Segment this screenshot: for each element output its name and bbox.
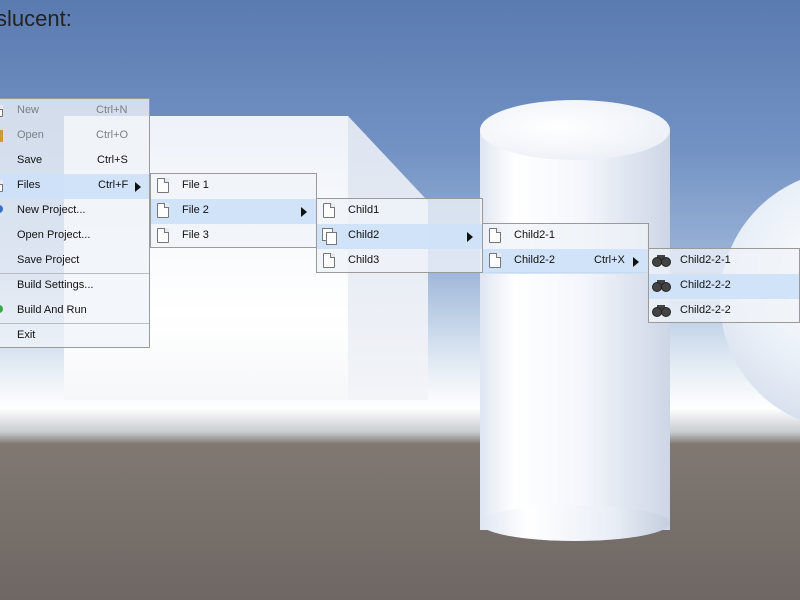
menu-item-label: Child2 (348, 229, 380, 241)
menu-item-label: Build Settings... (17, 279, 94, 291)
binoculars-icon (652, 280, 671, 292)
shortcut-label: Ctrl+N (96, 104, 128, 116)
submenu-arrow-icon (301, 207, 307, 217)
menu-item-open[interactable]: Open Ctrl+O (0, 124, 149, 149)
menu-item-file-1[interactable]: File 1 (151, 174, 316, 199)
child2-2-submenu: Child2-2-1 Child2-2-2 Child2-2-2 (648, 248, 800, 323)
menu-item-child2-1[interactable]: Child2-1 (483, 224, 648, 249)
menu-item-build-and-run[interactable]: Build And Run (0, 299, 149, 324)
menu-item-open-project[interactable]: Open Project... (0, 224, 149, 249)
open-folder-icon (0, 130, 3, 142)
menu-item-label: Child1 (348, 204, 380, 216)
menu-item-child2-2-2-b[interactable]: Child2-2-2 (649, 299, 799, 324)
menu-item-save[interactable]: Save Ctrl+S (0, 149, 149, 174)
menu-item-label: New Project... (17, 204, 86, 216)
menu-item-save-project[interactable]: Save Project (0, 249, 149, 274)
menu-item-label: Save Project (17, 254, 80, 266)
menu-item-label: File 3 (182, 229, 209, 241)
new-file-icon (0, 105, 3, 117)
menu-item-label: Exit (17, 329, 36, 341)
file-icon (489, 253, 501, 268)
cylinder-top (480, 100, 670, 160)
build-run-icon (0, 305, 3, 313)
child2-submenu: Child2-1 Child2-2 Ctrl+X (482, 223, 649, 274)
submenu-arrow-icon (135, 182, 141, 192)
binoculars-icon (652, 255, 671, 267)
menu-item-label: Child2-1 (514, 229, 555, 241)
menu-item-exit[interactable]: Exit (0, 324, 149, 349)
menu-item-file-2[interactable]: File 2 (151, 199, 316, 224)
submenu-arrow-icon (467, 232, 473, 242)
menu-item-file-3[interactable]: File 3 (151, 224, 316, 249)
shortcut-label: Ctrl+O (96, 129, 129, 141)
file-icon (323, 253, 335, 268)
menu-item-label: Files (17, 179, 41, 191)
menu-item-child2-2[interactable]: Child2-2 Ctrl+X (483, 249, 648, 274)
submenu-arrow-icon (633, 257, 639, 267)
menu-item-build-settings[interactable]: Build Settings... (0, 274, 149, 299)
files-submenu: File 1 File 2 File 3 (150, 173, 317, 248)
menu-item-label: Child3 (348, 254, 380, 266)
menu-item-label: File 2 (182, 204, 209, 216)
menu-item-child1[interactable]: Child1 (317, 199, 482, 224)
copy-files-icon (322, 228, 337, 245)
file-icon (157, 178, 169, 193)
menu-item-label: Build And Run (17, 304, 87, 316)
magnifier-icon (0, 205, 3, 213)
file-icon (157, 203, 169, 218)
cylinder-bottom (480, 505, 670, 541)
page-heading: slucent: (0, 6, 72, 31)
menu-item-child2[interactable]: Child2 (317, 224, 482, 249)
shortcut-label: Ctrl+F (98, 179, 129, 191)
menu-item-label: File 1 (182, 179, 209, 191)
menu-item-child2-2-2[interactable]: Child2-2-2 (649, 274, 799, 299)
menu-item-label: Child2-2-1 (680, 254, 731, 266)
menu-item-label: Child2-2-2 (680, 304, 731, 316)
file-icon (157, 228, 169, 243)
menu-item-label: Child2-2-2 (680, 279, 731, 291)
menu-item-child2-2-1[interactable]: Child2-2-1 (649, 249, 799, 274)
shortcut-label: Ctrl+X (594, 254, 625, 266)
main-menu: New Ctrl+N Open Ctrl+O Save Ctrl+S Files… (0, 98, 150, 348)
file-icon (323, 203, 335, 218)
menu-item-label: New (17, 104, 40, 116)
file-icon (0, 180, 3, 192)
menu-item-files[interactable]: Files Ctrl+F (0, 174, 149, 199)
menu-item-new[interactable]: New Ctrl+N (0, 99, 149, 124)
file2-submenu: Child1 Child2 Child3 (316, 198, 483, 273)
shortcut-label: Ctrl+S (97, 154, 128, 166)
menu-item-new-project[interactable]: New Project... (0, 199, 149, 224)
menu-item-child3[interactable]: Child3 (317, 249, 482, 274)
menu-item-label: Open Project... (17, 229, 91, 241)
cylinder-body (480, 130, 670, 530)
menu-item-label: Save (17, 154, 43, 166)
file-icon (489, 228, 501, 243)
binoculars-icon (652, 305, 671, 317)
menu-item-label: Child2-2 (514, 254, 555, 266)
menu-item-label: Open (17, 129, 44, 141)
